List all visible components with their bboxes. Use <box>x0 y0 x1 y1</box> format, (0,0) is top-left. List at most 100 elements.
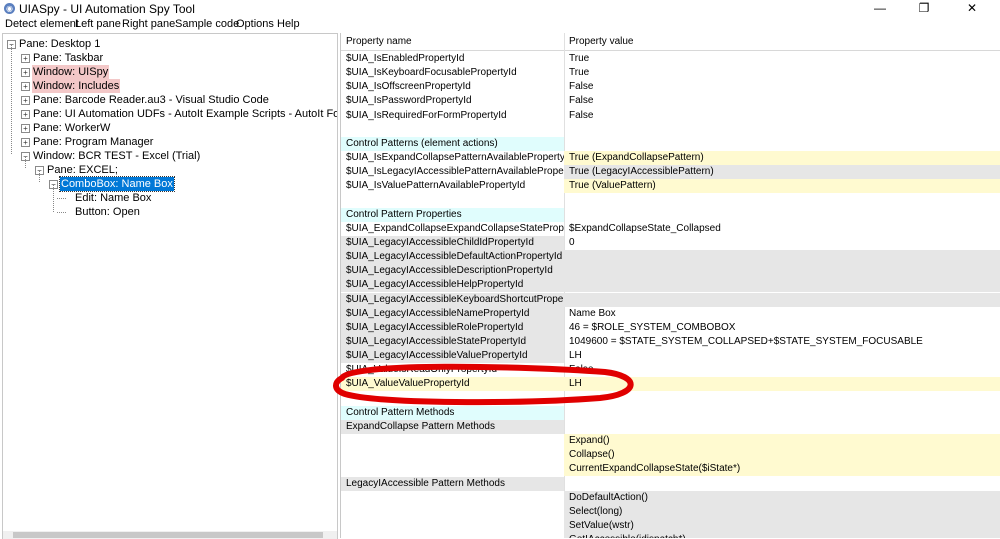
property-row[interactable]: Collapse() <box>341 448 1000 463</box>
property-row[interactable]: $UIA_LegacyIAccessibleKeyboardShortcutPr… <box>341 292 1000 307</box>
property-value-cell: True (ExpandCollapsePattern) <box>564 151 1000 166</box>
property-value-cell: False <box>569 81 594 93</box>
expand-icon[interactable]: + <box>21 54 30 63</box>
menu-detect-element[interactable]: Detect element <box>5 18 79 30</box>
tree-connector <box>57 212 66 213</box>
property-row[interactable]: GetIAccessible(idispatch*) <box>341 533 1000 538</box>
property-value-cell <box>564 250 1000 265</box>
property-row[interactable]: LegacyIAccessible Pattern Methods <box>341 476 1000 491</box>
property-row[interactable]: $UIA_LegacyIAccessibleNamePropertyId Name… <box>341 306 1000 321</box>
property-row[interactable]: Select(long) <box>341 504 1000 519</box>
expand-icon[interactable]: + <box>21 68 30 77</box>
property-value-cell <box>564 123 1000 137</box>
property-value-cell: True (LegacyIAccessiblePattern) <box>564 165 1000 180</box>
tree-item-label: Window: Includes <box>32 79 121 93</box>
property-row[interactable]: $UIA_IsRequiredForFormPropertyId False <box>341 109 1000 123</box>
property-row[interactable]: Control Patterns (element actions) <box>341 136 1000 151</box>
property-row[interactable]: $UIA_LegacyIAccessibleRolePropertyId 46 =… <box>341 320 1000 335</box>
property-row[interactable]: $UIA_LegacyIAccessibleValuePropertyId LH <box>341 349 1000 364</box>
property-row[interactable]: $UIA_IsEnabledPropertyId True <box>341 52 1000 66</box>
scrollbar-thumb[interactable] <box>13 532 323 538</box>
property-row[interactable]: $UIA_IsKeyboardFocusablePropertyId True <box>341 66 1000 80</box>
menu-right-pane[interactable]: Right pane <box>122 18 175 30</box>
property-value-cell <box>564 278 1000 293</box>
property-value-cell: True (ValuePattern) <box>564 179 1000 194</box>
property-name-cell <box>341 434 564 448</box>
property-row[interactable]: $UIA_IsValuePatternAvailablePropertyId Tr… <box>341 179 1000 194</box>
property-name-cell <box>341 448 564 462</box>
property-name-cell: $UIA_IsOffscreenPropertyId <box>346 81 471 93</box>
property-row[interactable]: DoDefaultAction() <box>341 490 1000 505</box>
close-button[interactable]: ✕ <box>952 0 992 17</box>
property-value-cell <box>564 264 1000 279</box>
tree-item-label: Pane: WorkerW <box>33 122 111 134</box>
element-tree-pane[interactable]: − Pane: Desktop 1 + Pane: Taskbar + Window: U… <box>2 33 338 539</box>
menu-options[interactable]: Options <box>236 18 274 30</box>
property-name-cell <box>341 123 564 137</box>
property-row[interactable]: $UIA_LegacyIAccessibleDescriptionPropert… <box>341 264 1000 279</box>
tree-item-label: Pane: UI Automation UDFs - AutoIt Exampl… <box>33 108 337 120</box>
property-value-cell <box>564 406 1000 420</box>
menu-left-pane[interactable]: Left pane <box>75 18 121 30</box>
property-name-cell <box>341 392 564 406</box>
tree-connector <box>11 44 12 154</box>
property-name-cell: Control Pattern Properties <box>341 207 564 222</box>
property-name-column-header[interactable]: Property name <box>346 33 412 50</box>
property-value-cell: 1049600 = $STATE_SYSTEM_COLLAPSED+$STATE… <box>569 336 923 347</box>
property-name-cell: $UIA_LegacyIAccessibleDescriptionPropert… <box>341 264 564 279</box>
tree-item-label: Button: Open <box>75 206 140 218</box>
property-value-cell: 0 <box>569 236 575 248</box>
tree-item-label: Edit: Name Box <box>75 192 152 204</box>
menu-help[interactable]: Help <box>277 18 300 30</box>
property-row[interactable]: $UIA_LegacyIAccessibleDefaultActionPrope… <box>341 250 1000 265</box>
property-row[interactable]: ExpandCollapse Pattern Methods <box>341 419 1000 434</box>
property-value-cell: Expand() <box>564 434 1000 449</box>
property-row[interactable] <box>341 123 1000 137</box>
property-row[interactable]: Control Pattern Methods <box>341 405 1000 420</box>
expand-icon[interactable]: + <box>21 96 30 105</box>
property-row[interactable] <box>341 392 1000 406</box>
expand-icon[interactable]: + <box>21 82 30 91</box>
property-row[interactable]: Control Pattern Properties <box>341 207 1000 222</box>
menu-bar: Detect element Left pane Right pane Samp… <box>0 17 1000 33</box>
property-row[interactable]: $UIA_IsLegacyIAccessiblePatternAvailable… <box>341 165 1000 180</box>
property-name-cell: $UIA_LegacyIAccessibleNamePropertyId <box>341 306 564 321</box>
properties-pane[interactable]: Property name Property value $UIA_IsEnab… <box>340 33 1000 538</box>
property-row[interactable]: $UIA_IsPasswordPropertyId False <box>341 94 1000 108</box>
title-bar: ◉ UIASpy - UI Automation Spy Tool — ❐ ✕ <box>0 0 1000 17</box>
property-name-cell: $UIA_LegacyIAccessibleChildIdPropertyId <box>341 235 564 250</box>
property-row[interactable]: $UIA_ValueValuePropertyId LH <box>341 377 1000 392</box>
property-row[interactable] <box>341 194 1000 208</box>
expand-icon[interactable]: + <box>21 124 30 133</box>
property-row[interactable]: $UIA_ExpandCollapseExpandCollapseStatePr… <box>341 222 1000 236</box>
property-value-cell: SetValue(wstr) <box>564 518 1000 533</box>
expand-icon[interactable]: + <box>21 138 30 147</box>
property-value-cell <box>564 392 1000 406</box>
property-value-column-header[interactable]: Property value <box>569 33 633 50</box>
property-row[interactable]: $UIA_LegacyIAccessibleStatePropertyId 104… <box>341 335 1000 349</box>
expand-icon[interactable]: + <box>21 110 30 119</box>
property-row[interactable]: CurrentExpandCollapseState($iState*) <box>341 462 1000 477</box>
tree-connector <box>25 156 26 168</box>
property-row[interactable]: $UIA_LegacyIAccessibleChildIdPropertyId 0 <box>341 235 1000 250</box>
property-name-cell: $UIA_LegacyIAccessibleHelpPropertyId <box>341 278 564 293</box>
tree-connector <box>57 198 66 199</box>
property-name-cell: $UIA_ValueIsReadOnlyPropertyId <box>346 364 498 376</box>
property-row[interactable]: SetValue(wstr) <box>341 518 1000 533</box>
properties-header: Property name Property value <box>341 33 1000 51</box>
property-row[interactable]: $UIA_IsOffscreenPropertyId False <box>341 80 1000 94</box>
property-value-cell <box>564 208 1000 222</box>
minimize-button[interactable]: — <box>860 0 900 17</box>
property-name-cell: ExpandCollapse Pattern Methods <box>341 419 564 434</box>
property-row[interactable]: $UIA_IsExpandCollapsePatternAvailablePro… <box>341 151 1000 166</box>
property-name-cell: $UIA_IsLegacyIAccessiblePatternAvailable… <box>346 166 564 178</box>
property-value-cell <box>564 194 1000 208</box>
property-row[interactable]: $UIA_LegacyIAccessibleHelpPropertyId <box>341 278 1000 293</box>
property-name-cell: $UIA_IsEnabledPropertyId <box>346 53 465 64</box>
property-name-cell: $UIA_LegacyIAccessibleRolePropertyId <box>341 320 564 335</box>
property-row[interactable]: Expand() <box>341 434 1000 449</box>
menu-sample-code[interactable]: Sample code <box>175 18 239 30</box>
property-row[interactable]: $UIA_ValueIsReadOnlyPropertyId False <box>341 363 1000 377</box>
property-name-cell: $UIA_LegacyIAccessibleDefaultActionPrope… <box>341 250 564 265</box>
restore-button[interactable]: ❐ <box>904 0 944 17</box>
